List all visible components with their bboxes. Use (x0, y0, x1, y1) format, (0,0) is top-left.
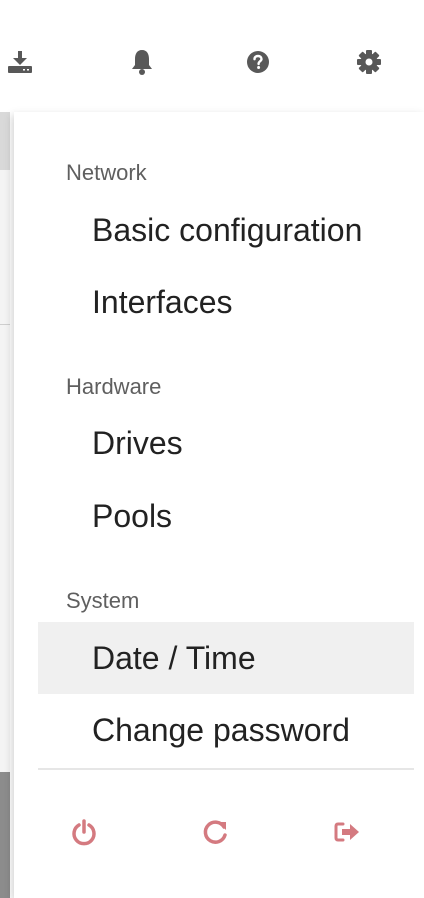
section-label-network: Network (66, 160, 147, 185)
section-label-system: System (66, 588, 140, 613)
menu-item-interfaces[interactable]: Interfaces (38, 266, 414, 338)
menu-item-drives[interactable]: Drives (38, 407, 414, 479)
section-label-hardware: Hardware (66, 374, 162, 399)
background-page (0, 112, 10, 898)
menu-item-pools[interactable]: Pools (38, 480, 414, 552)
bell-icon[interactable] (124, 44, 160, 80)
help-icon[interactable] (240, 44, 276, 80)
menu-item-change-password[interactable]: Change password (38, 694, 414, 766)
menu-item-basic-configuration[interactable]: Basic configuration (38, 194, 414, 266)
gear-icon[interactable] (351, 44, 387, 80)
refresh-icon[interactable] (196, 812, 236, 852)
logout-icon[interactable] (328, 812, 368, 852)
top-bar (0, 0, 424, 112)
menu-item-date-time[interactable]: Date / Time (38, 622, 414, 694)
settings-menu: Network Basic configuration Interfaces H… (14, 112, 424, 898)
power-icon[interactable] (64, 812, 104, 852)
menu-divider (38, 768, 414, 770)
download-icon[interactable] (2, 44, 38, 80)
